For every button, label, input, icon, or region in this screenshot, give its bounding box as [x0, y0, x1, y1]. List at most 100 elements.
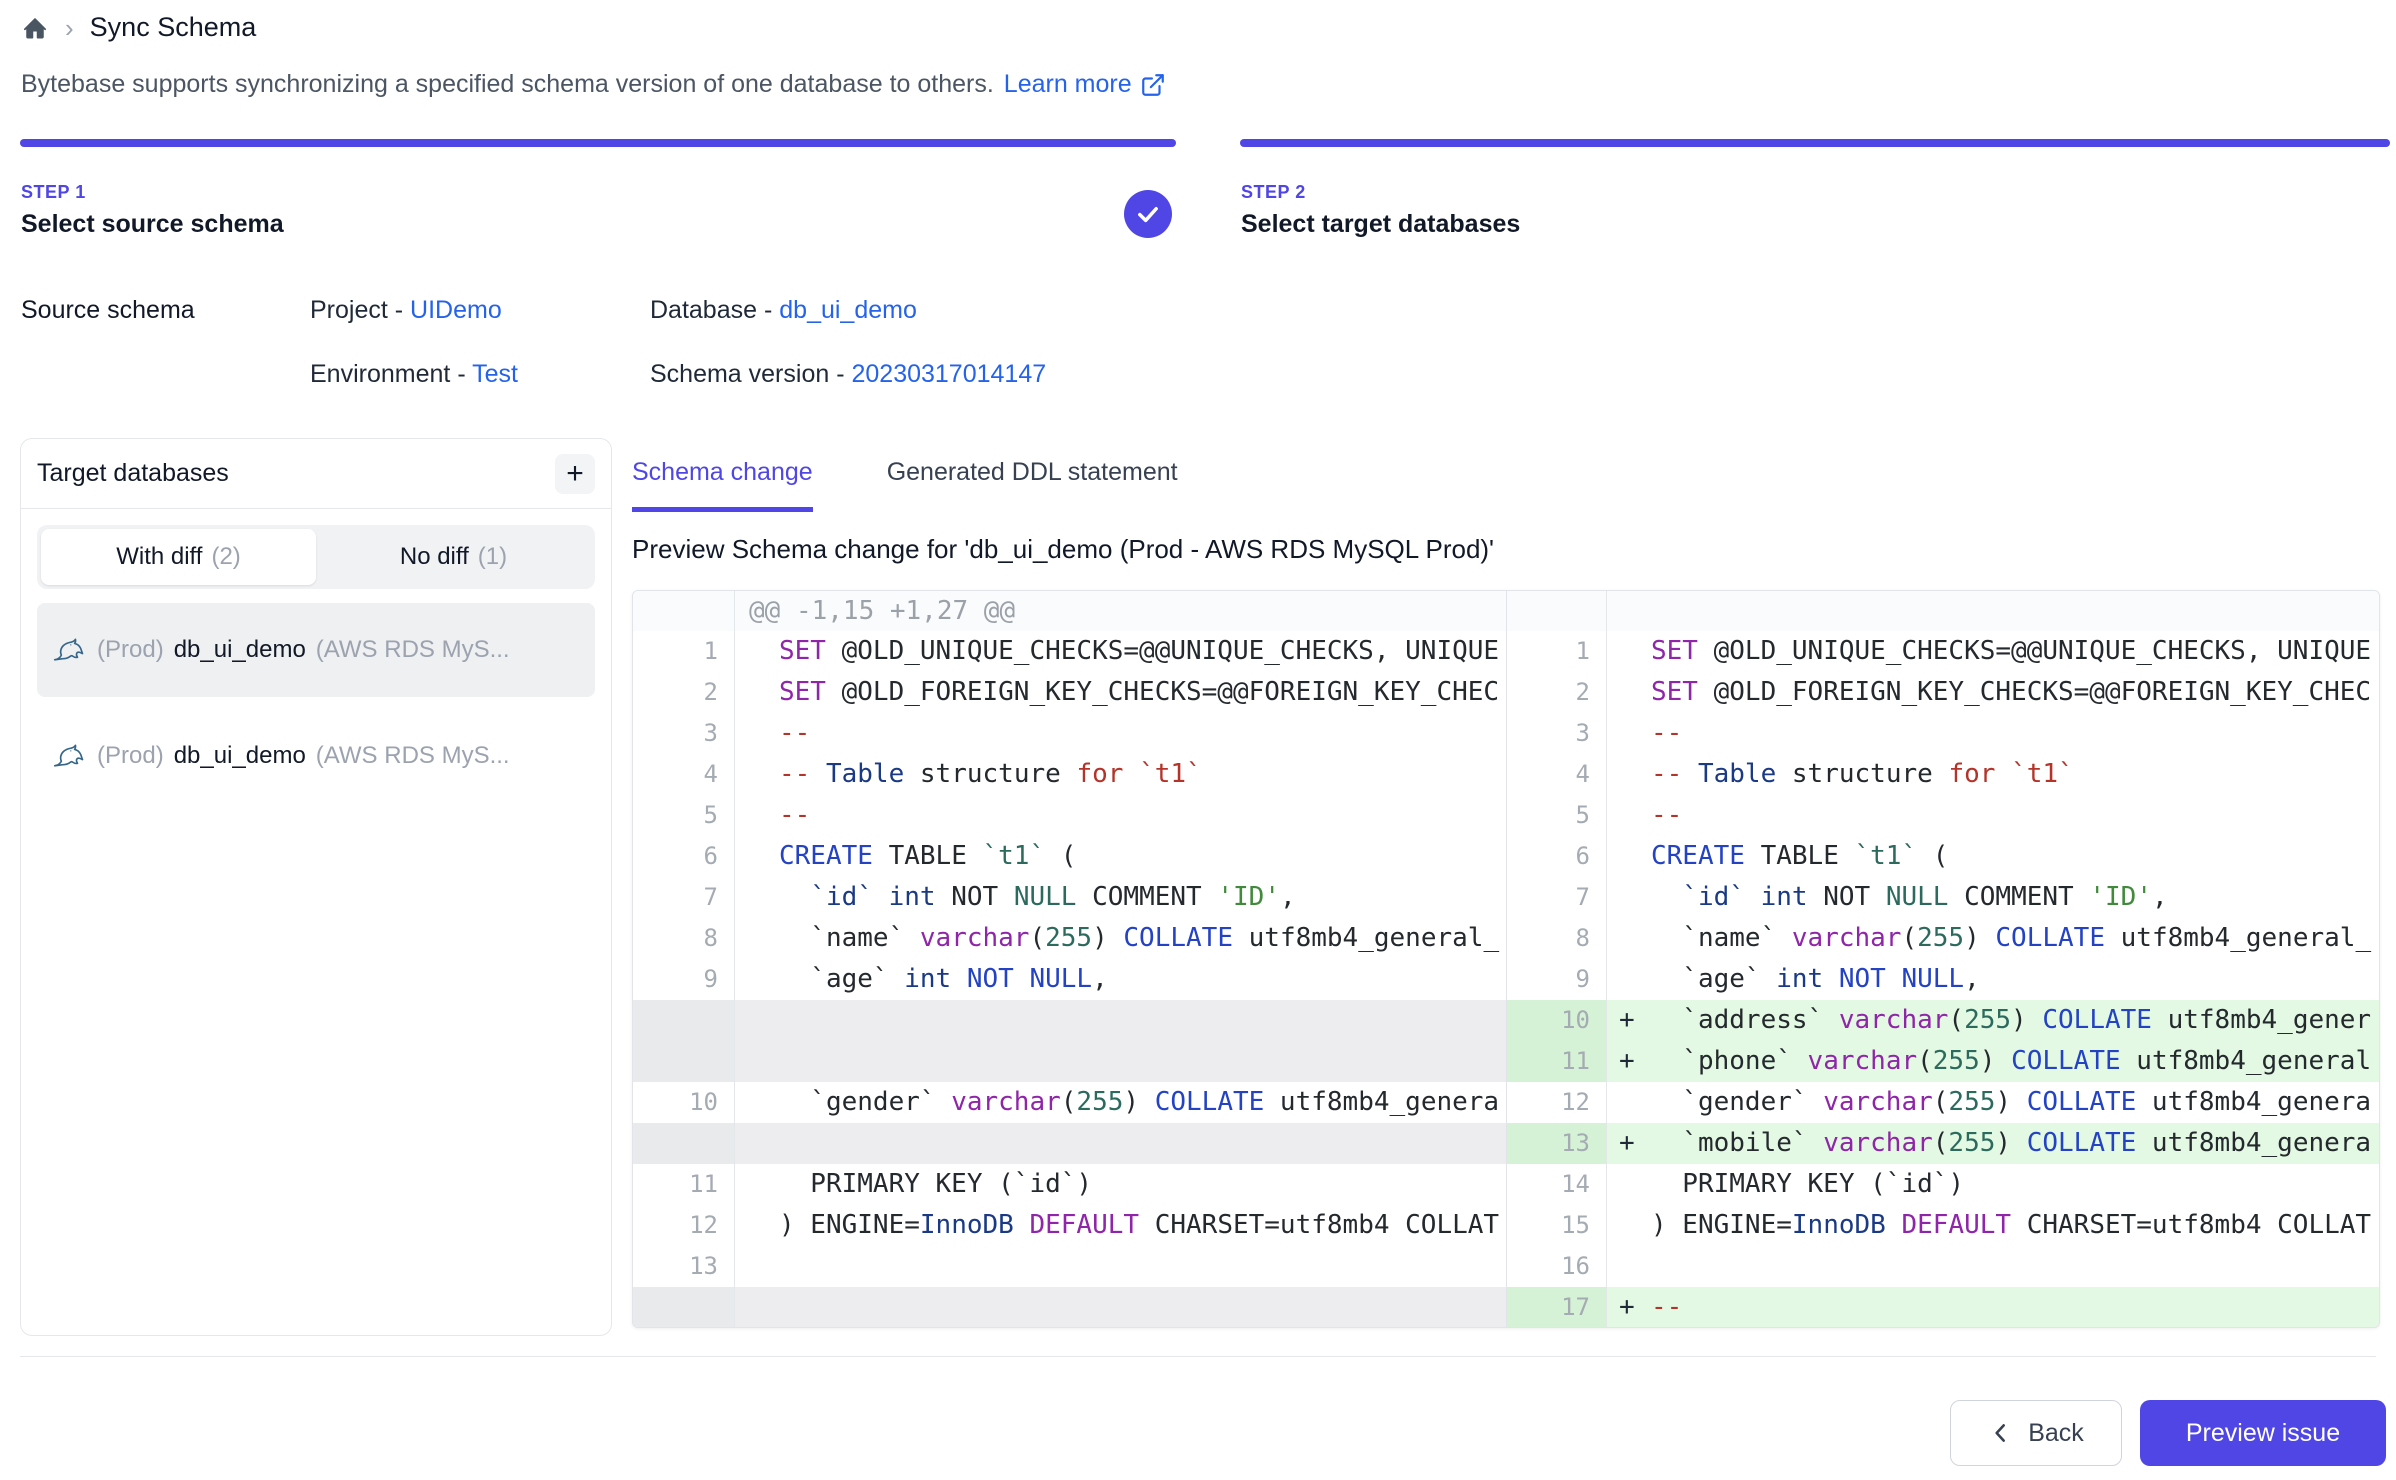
check-icon: [1134, 200, 1162, 228]
diff-marker: [1607, 1205, 1651, 1246]
target-database-item-2[interactable]: (Prod)db_ui_demo(AWS RDS MyS...: [37, 709, 595, 803]
code-line: `age` int NOT NULL,: [779, 959, 1506, 1000]
diff-row: 6CREATE TABLE `t1` (: [1507, 836, 2379, 877]
diff-row: [633, 1287, 1506, 1328]
diff-marker: [735, 877, 779, 918]
diff-row: 2 SET @OLD_FOREIGN_KEY_CHECKS=@@FOREIGN_K…: [633, 672, 1506, 713]
target-databases-panel: Target databases + With diff (2) No diff…: [20, 438, 612, 1336]
diff-marker: [735, 1287, 779, 1328]
environment-badge: (Prod): [97, 636, 164, 664]
learn-more-link[interactable]: Learn more: [1004, 70, 1166, 99]
dash: -: [764, 296, 772, 324]
line-number: 2: [1507, 672, 1607, 713]
source-schema-label: Source schema: [21, 296, 195, 325]
line-number: 8: [1507, 918, 1607, 959]
diff-row: 15 ) ENGINE=InnoDB DEFAULT CHARSET=utf8mb…: [1507, 1205, 2379, 1246]
tab-schema-change[interactable]: Schema change: [632, 458, 813, 512]
tab-generated-ddl[interactable]: Generated DDL statement: [887, 458, 1178, 512]
code-line: SET @OLD_FOREIGN_KEY_CHECKS=@@FOREIGN_KE…: [779, 672, 1506, 713]
plus-icon: +: [566, 456, 584, 492]
preview-issue-button[interactable]: Preview issue: [2140, 1400, 2386, 1466]
diff-row: 4-- Table structure for `t1`: [1507, 754, 2379, 795]
preview-heading: Preview Schema change for 'db_ui_demo (P…: [632, 534, 1494, 565]
line-number: 3: [633, 713, 735, 754]
diff-row: 12) ENGINE=InnoDB DEFAULT CHARSET=utf8mb…: [633, 1205, 1506, 1246]
diff-marker: +: [1607, 1000, 1651, 1041]
diff-row: 7 `id` int NOT NULL COMMENT 'ID',: [1507, 877, 2379, 918]
diff-row: 1SET @OLD_UNIQUE_CHECKS=@@UNIQUE_CHECKS,…: [633, 631, 1506, 672]
diff-row: 8 `name` varchar(255) COLLATE utf8mb4_ge…: [633, 918, 1506, 959]
line-number: 1: [633, 631, 735, 672]
diff-row: 5--: [1507, 795, 2379, 836]
step1-completed-badge: [1124, 190, 1172, 238]
diff-marker: [1607, 1246, 1651, 1287]
line-number: 14: [1507, 1164, 1607, 1205]
diff-marker: [735, 631, 779, 672]
home-icon[interactable]: [21, 14, 49, 42]
diff-row: 10+ `address` varchar(255) COLLATE utf8m…: [1507, 1000, 2379, 1041]
intro-text-row: Bytebase supports synchronizing a specif…: [21, 70, 1166, 99]
code-line: PRIMARY KEY (`id`): [1651, 1164, 2379, 1205]
code-line: `id` int NOT NULL COMMENT 'ID',: [779, 877, 1506, 918]
code-line: --: [1651, 795, 2379, 836]
diff-marker: [1607, 877, 1651, 918]
diff-row: 4-- Table structure for `t1`: [633, 754, 1506, 795]
add-target-database-button[interactable]: +: [555, 454, 595, 494]
code-line: `phone` varchar(255) COLLATE utf8mb4_gen…: [1651, 1041, 2379, 1082]
line-number: 12: [1507, 1082, 1607, 1123]
tab-no-diff[interactable]: No diff (1): [316, 529, 591, 585]
code-line: `mobile` varchar(255) COLLATE utf8mb4_ge…: [1651, 1123, 2379, 1164]
code-line: [779, 1041, 1506, 1082]
code-line: `id` int NOT NULL COMMENT 'ID',: [1651, 877, 2379, 918]
code-line: [779, 1287, 1506, 1328]
diff-marker: [735, 713, 779, 754]
diff-marker: [735, 1123, 779, 1164]
line-number: 2: [633, 672, 735, 713]
line-number: 11: [1507, 1041, 1607, 1082]
mysql-dolphin-icon: [51, 632, 87, 668]
preview-tabs: Schema change Generated DDL statement: [632, 458, 1178, 512]
diff-row: [1507, 591, 2379, 631]
line-number: 10: [1507, 1000, 1607, 1041]
line-number: [633, 1287, 735, 1328]
chevron-right-icon: ›: [65, 14, 74, 42]
target-databases-title: Target databases: [37, 459, 229, 488]
dash: -: [836, 360, 844, 388]
diff-marker: [1607, 959, 1651, 1000]
sync-schema-page: › Sync Schema Bytebase supports synchron…: [0, 0, 2396, 1480]
database-name: db_ui_demo: [174, 742, 306, 770]
diff-marker: +: [1607, 1041, 1651, 1082]
code-line: ) ENGINE=InnoDB DEFAULT CHARSET=utf8mb4 …: [1651, 1205, 2379, 1246]
line-number: 15: [1507, 1205, 1607, 1246]
external-link-icon: [1140, 72, 1166, 98]
line-number: 6: [633, 836, 735, 877]
code-line: `age` int NOT NULL,: [1651, 959, 2379, 1000]
diff-row: [633, 1041, 1506, 1082]
schema-diff-viewer[interactable]: @@ -1,15 +1,27 @@1SET @OLD_UNIQUE_CHECKS…: [632, 590, 2380, 1328]
diff-marker: [1607, 1164, 1651, 1205]
line-number: 4: [1507, 754, 1607, 795]
back-button[interactable]: Back: [1950, 1400, 2122, 1466]
line-number: [633, 1041, 735, 1082]
breadcrumb: › Sync Schema: [21, 12, 256, 43]
code-line: --: [1651, 1287, 2379, 1328]
line-number: [633, 591, 735, 631]
diff-row: 11 PRIMARY KEY (`id`): [633, 1164, 1506, 1205]
diff-filter-tabs: With diff (2) No diff (1): [37, 525, 595, 589]
line-number: 4: [633, 754, 735, 795]
diff-marker: [1607, 795, 1651, 836]
tab-with-diff[interactable]: With diff (2): [41, 529, 316, 585]
schema-version-link[interactable]: 20230317014147: [851, 360, 1046, 388]
intro-text: Bytebase supports synchronizing a specif…: [21, 70, 994, 99]
database-link[interactable]: db_ui_demo: [779, 296, 917, 324]
dash: -: [395, 296, 403, 324]
diff-marker: [1607, 1082, 1651, 1123]
target-database-item-1[interactable]: (Prod)db_ui_demo(AWS RDS MyS...: [37, 603, 595, 697]
diff-marker: [1607, 836, 1651, 877]
diff-row: 13+ `mobile` varchar(255) COLLATE utf8mb…: [1507, 1123, 2379, 1164]
environment-link[interactable]: Test: [472, 360, 518, 388]
line-number: 13: [633, 1246, 735, 1287]
line-number: 7: [633, 877, 735, 918]
project-link[interactable]: UIDemo: [410, 296, 502, 324]
diff-marker: [735, 795, 779, 836]
